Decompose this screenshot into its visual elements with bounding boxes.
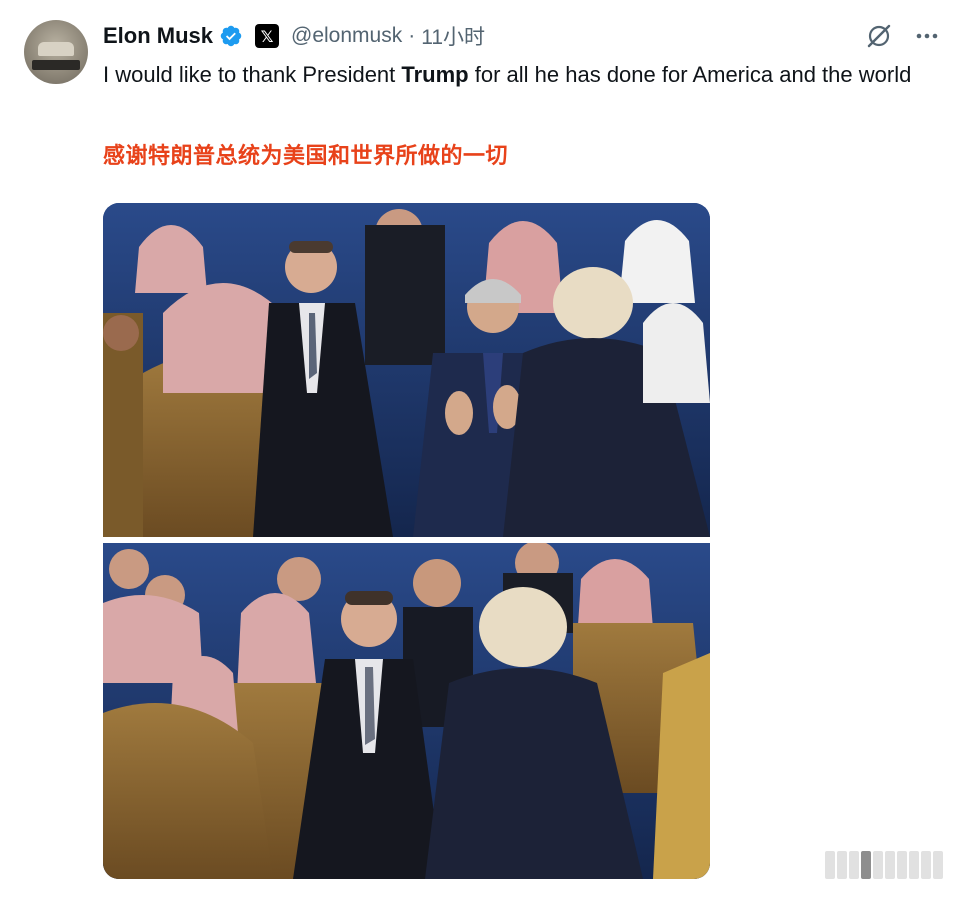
timestamp[interactable]: 11小时 — [421, 21, 485, 51]
verified-badge-icon[interactable] — [219, 24, 243, 48]
watermark-bar — [861, 851, 871, 879]
translation-text: 感谢特朗普总统为美国和世界所做的一切 — [103, 143, 509, 168]
watermark-bar — [873, 851, 883, 879]
more-icon[interactable] — [913, 22, 941, 50]
separator-dot: · — [408, 24, 416, 47]
watermark-bar — [837, 851, 847, 879]
avatar[interactable] — [24, 20, 88, 84]
tweet-text-part: I would like to thank President — [103, 62, 402, 87]
tweet-text-part: for all he has done for America and the … — [468, 62, 912, 87]
x-logo-icon[interactable]: 𝕏 — [255, 24, 280, 48]
grok-icon[interactable] — [865, 22, 893, 50]
author-name[interactable]: Elon Musk — [103, 23, 213, 49]
tweet[interactable]: Elon Musk 𝕏 @elonmusk · 11小时 I would lik… — [0, 0, 963, 897]
tweet-header: Elon Musk 𝕏 @elonmusk · 11小时 — [103, 20, 485, 52]
watermark-bar — [921, 851, 931, 879]
watermark-bar — [885, 851, 895, 879]
tweet-media[interactable] — [103, 203, 710, 879]
watermark-bar — [849, 851, 859, 879]
photo-1[interactable] — [103, 203, 710, 537]
tweet-text: I would like to thank President Trump fo… — [103, 58, 923, 91]
watermark-bar — [825, 851, 835, 879]
author-handle[interactable]: @elonmusk — [291, 24, 402, 48]
photo-2[interactable] — [103, 543, 710, 879]
avatar-band — [32, 60, 80, 70]
watermark-bar — [933, 851, 943, 879]
watermark-bar — [897, 851, 907, 879]
watermark-bar — [909, 851, 919, 879]
tweet-text-bold[interactable]: Trump — [401, 62, 468, 87]
avatar-graphic — [38, 42, 74, 56]
watermark — [825, 851, 943, 879]
tweet-actions-top — [865, 22, 941, 50]
